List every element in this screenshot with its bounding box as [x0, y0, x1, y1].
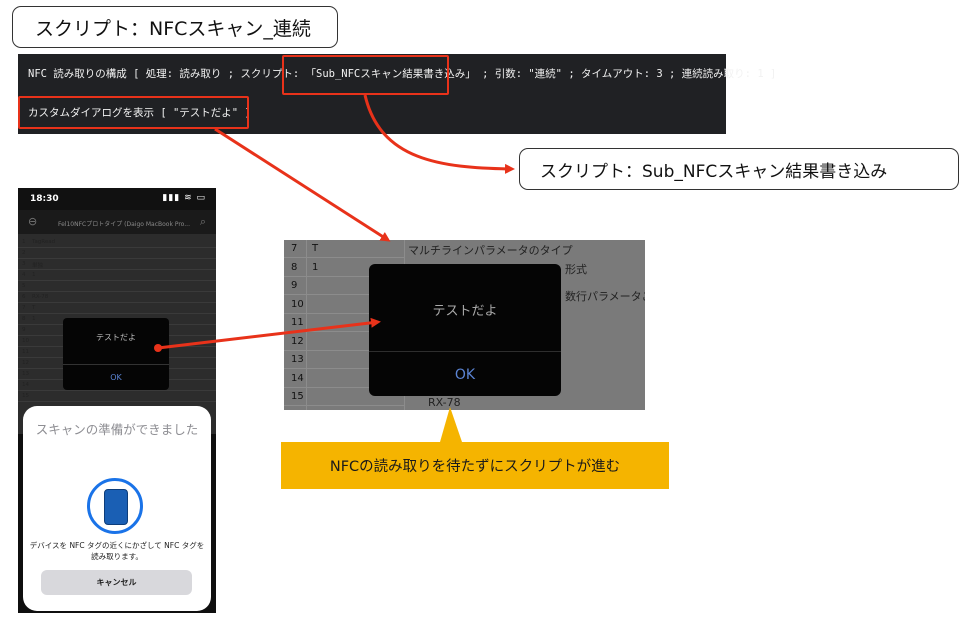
note-pointer	[440, 407, 462, 442]
arrow-to-dialog	[214, 127, 391, 242]
arrow-phone-to-zoom	[157, 317, 381, 350]
arrows-overlay	[154, 94, 515, 442]
arrow-to-subscript	[363, 94, 515, 174]
